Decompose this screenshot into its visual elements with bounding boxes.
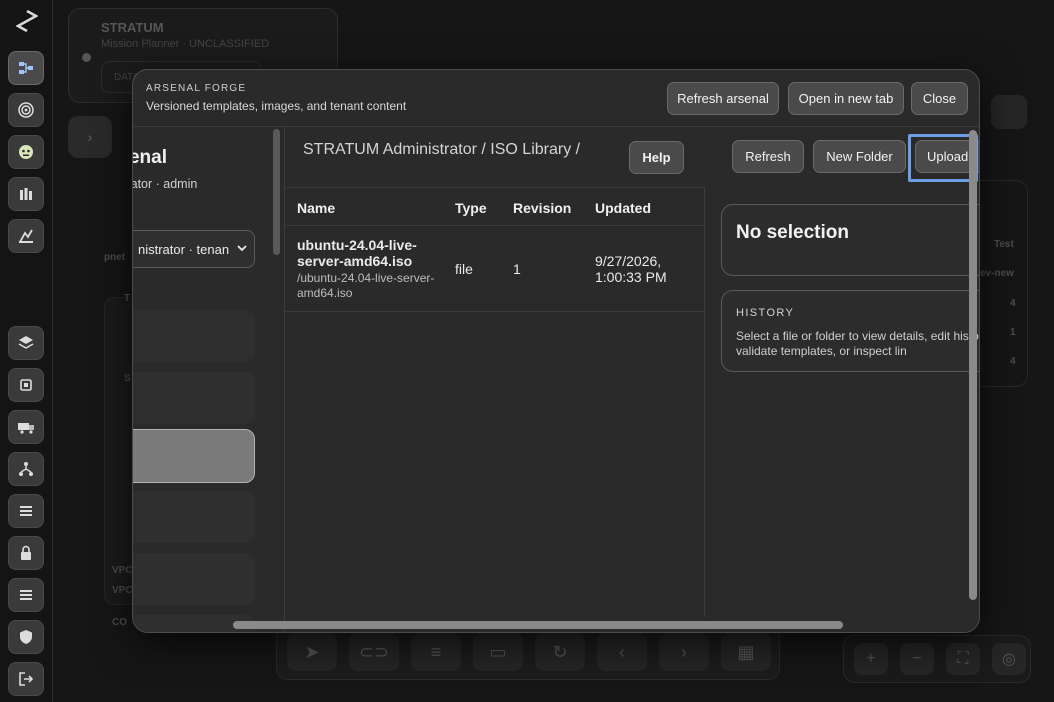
close-button[interactable]: Close: [911, 82, 968, 115]
truck-icon[interactable]: [8, 410, 44, 444]
link-icon: ⊂⊃: [349, 633, 399, 671]
send-icon: ➤: [287, 633, 337, 671]
selection-card: No selection: [721, 204, 979, 276]
chevron-right-icon: ›: [659, 633, 709, 671]
tenant-select[interactable]: nistrator · tenan: [133, 230, 255, 268]
history-label: HISTORY: [736, 307, 795, 319]
refresh-arsenal-button[interactable]: Refresh arsenal: [667, 82, 779, 115]
breadcrumb: STRATUM Administrator / ISO Library /: [303, 141, 581, 158]
tenant-select-value: nistrator · tenan: [138, 242, 230, 257]
locate-icon: ◎: [992, 643, 1026, 675]
bot-icon[interactable]: [8, 135, 44, 169]
sidebar-item[interactable]: [133, 553, 255, 605]
vertical-scrollbar[interactable]: [969, 130, 977, 600]
horizontal-scrollbar[interactable]: [233, 621, 843, 629]
file-type: file: [455, 261, 473, 277]
logo-icon: [16, 10, 38, 32]
help-button[interactable]: Help: [629, 141, 684, 174]
modal-subtitle: Versioned templates, images, and tenant …: [146, 99, 407, 113]
background-chip: VPC: [112, 565, 133, 576]
background-label: 1: [1010, 327, 1016, 338]
sidebar-title: rsenal: [133, 147, 167, 168]
status-dot: [82, 53, 91, 62]
sidebar-item[interactable]: [133, 310, 255, 362]
dashboard-icon: ▦: [721, 633, 771, 671]
left-rail: [0, 0, 53, 702]
column-header-updated[interactable]: Updated: [595, 200, 651, 216]
sidebar-meta: trator · admin: [133, 177, 198, 191]
detail-pane: No selection HISTORY Select a file or fo…: [705, 188, 980, 618]
selection-title: No selection: [736, 222, 849, 243]
list-icon[interactable]: [8, 494, 44, 528]
sidebar-item-selected[interactable]: [133, 429, 255, 483]
chevron-right-icon: ›: [68, 116, 112, 158]
table-header: Name Type Revision Updated: [285, 188, 704, 226]
topology-icon[interactable]: [8, 51, 44, 85]
chevron-down-icon: [237, 245, 247, 252]
zoom-controls: + − ⛶ ◎: [843, 635, 1031, 683]
file-updated: 9/27/2026, 1:00:33 PM: [595, 253, 667, 285]
window-icon: ▭: [473, 633, 523, 671]
table-row[interactable]: ubuntu-24.04-live-server-amd64.iso /ubun…: [285, 226, 704, 312]
background-label: 4: [1010, 356, 1016, 367]
deploy-icon[interactable]: [8, 219, 44, 253]
list-alt-icon[interactable]: [8, 578, 44, 612]
background-label: Test: [994, 239, 1014, 250]
lock-icon[interactable]: [8, 536, 44, 570]
background-label: 4: [1010, 298, 1016, 309]
refresh-icon: ↻: [535, 633, 585, 671]
arsenal-forge-modal: ARSENAL FORGE Versioned templates, image…: [132, 69, 980, 633]
logout-icon[interactable]: [8, 662, 44, 696]
modal-header: ARSENAL FORGE Versioned templates, image…: [133, 70, 979, 127]
layers-icon[interactable]: [8, 326, 44, 360]
history-card: HISTORY Select a file or folder to view …: [721, 290, 980, 372]
network-icon[interactable]: [8, 452, 44, 486]
sidebar-item[interactable]: [133, 491, 255, 543]
modal-eyebrow: ARSENAL FORGE: [146, 83, 247, 94]
inventory-icon[interactable]: [8, 177, 44, 211]
background-chip: T: [124, 293, 131, 304]
target-icon[interactable]: [8, 93, 44, 127]
column-header-type[interactable]: Type: [455, 200, 487, 216]
arsenal-sidebar: rsenal trator · admin nistrator · tenan: [133, 127, 285, 632]
chip-icon[interactable]: [8, 368, 44, 402]
file-table: Name Type Revision Updated ubuntu-24.04-…: [285, 187, 705, 617]
chevron-left-icon: ‹: [597, 633, 647, 671]
file-name: ubuntu-24.04-live-server-amd64.iso: [297, 237, 417, 269]
server-icon: [991, 95, 1027, 129]
background-chip: CO: [112, 617, 127, 628]
background-label: ev-new: [980, 268, 1014, 279]
new-folder-button[interactable]: New Folder: [813, 140, 906, 173]
focus-highlight: [908, 134, 978, 182]
edit-icon: ≡: [411, 633, 461, 671]
open-new-tab-button[interactable]: Open in new tab: [788, 82, 904, 115]
app-title: STRATUM: [101, 20, 164, 35]
file-path: /ubuntu-24.04-live-server-amd64.iso: [297, 271, 435, 300]
zoom-out-icon: −: [900, 643, 934, 675]
sidebar-item[interactable]: [133, 372, 255, 424]
refresh-button[interactable]: Refresh: [732, 140, 804, 173]
sidebar-scrollbar[interactable]: [273, 129, 280, 255]
column-header-name[interactable]: Name: [297, 200, 335, 216]
background-chip: S: [124, 373, 131, 384]
shield-icon[interactable]: [8, 620, 44, 654]
fit-icon: ⛶: [946, 643, 980, 675]
column-header-revision[interactable]: Revision: [513, 200, 571, 216]
app-subtitle: Mission Planner · UNCLASSIFIED: [101, 38, 270, 50]
background-chip: VPC: [112, 585, 133, 596]
background-chip: pnet: [104, 252, 126, 263]
file-revision: 1: [513, 261, 521, 277]
history-text: Select a file or folder to view details,…: [736, 329, 980, 358]
zoom-in-icon: +: [854, 643, 888, 675]
